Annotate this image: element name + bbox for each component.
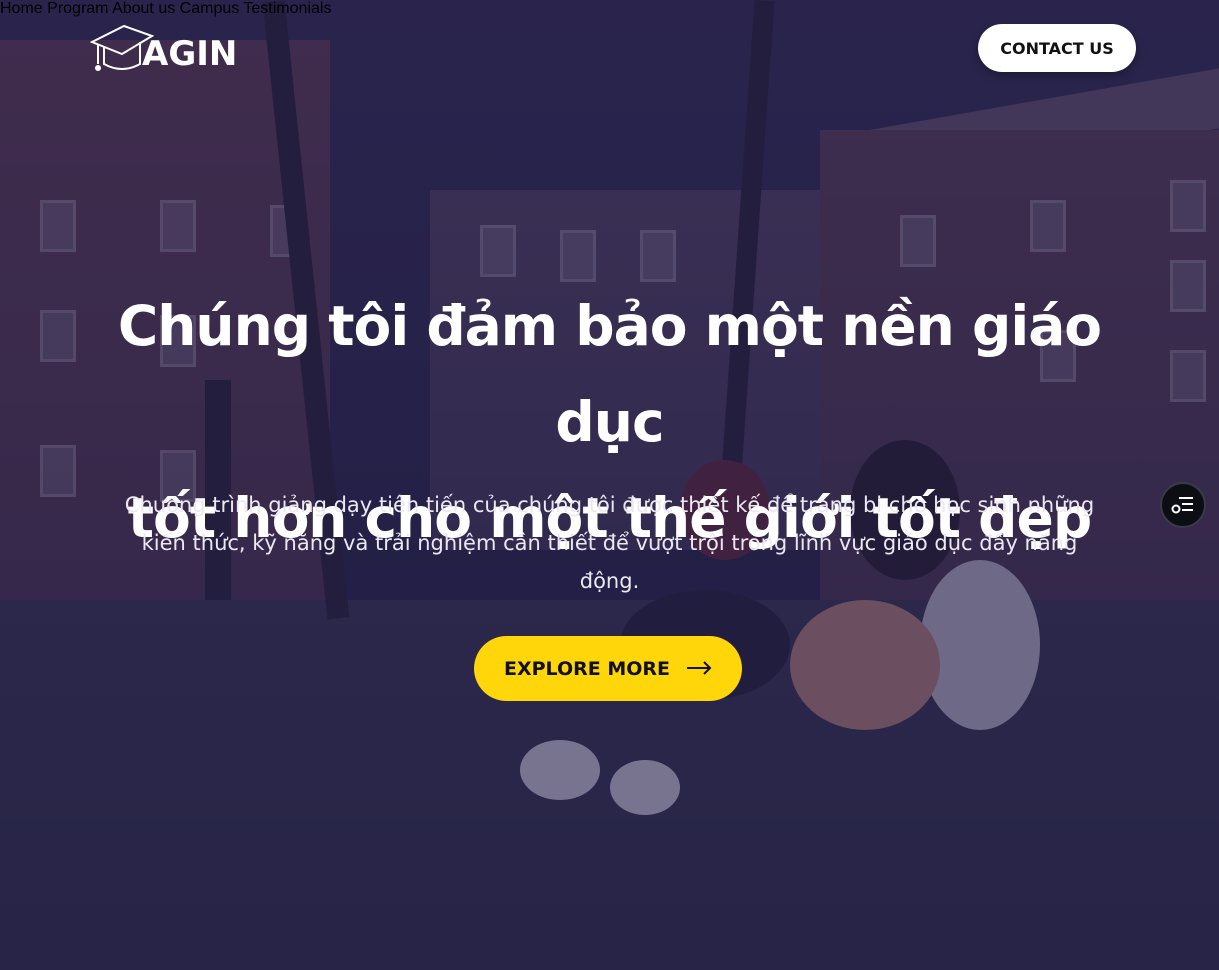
nav-item-testimonials[interactable]: Testimonials <box>243 0 331 17</box>
settings-list-widget[interactable] <box>1160 482 1206 528</box>
hero-description-line3: động. <box>579 569 640 593</box>
nav-item-about-us[interactable]: About us <box>112 0 175 17</box>
settings-list-icon <box>1171 497 1193 514</box>
nav-item-campus[interactable]: Campus <box>180 0 240 17</box>
arrow-right-icon <box>686 655 712 679</box>
hero-headline-line1: Chúng tôi đảm bảo một nền giáo dục <box>117 294 1102 454</box>
explore-more-label: EXPLORE MORE <box>503 657 671 680</box>
hero-description-line2: kiến thức, kỹ năng và trải nghiệm cần th… <box>141 531 1078 555</box>
contact-us-button[interactable]: CONTACT US <box>978 24 1136 72</box>
site-logo[interactable]: AGIN <box>90 20 240 80</box>
brand-name: AGIN <box>142 34 238 74</box>
hero-description-line1: Chương trình giảng dạy tiên tiến của chú… <box>124 493 1095 517</box>
main-nav: Home Program About us Campus Testimonial… <box>0 0 1219 18</box>
hero-description: Chương trình giảng dạy tiên tiến của chú… <box>110 486 1109 600</box>
site-header: AGIN Home Program About us Campus Testim… <box>0 0 1219 100</box>
nav-item-home[interactable]: Home <box>0 0 43 17</box>
explore-more-button[interactable]: EXPLORE MORE <box>474 636 742 701</box>
hero-section: AGIN Home Program About us Campus Testim… <box>0 0 1219 970</box>
nav-item-program[interactable]: Program <box>47 0 108 17</box>
